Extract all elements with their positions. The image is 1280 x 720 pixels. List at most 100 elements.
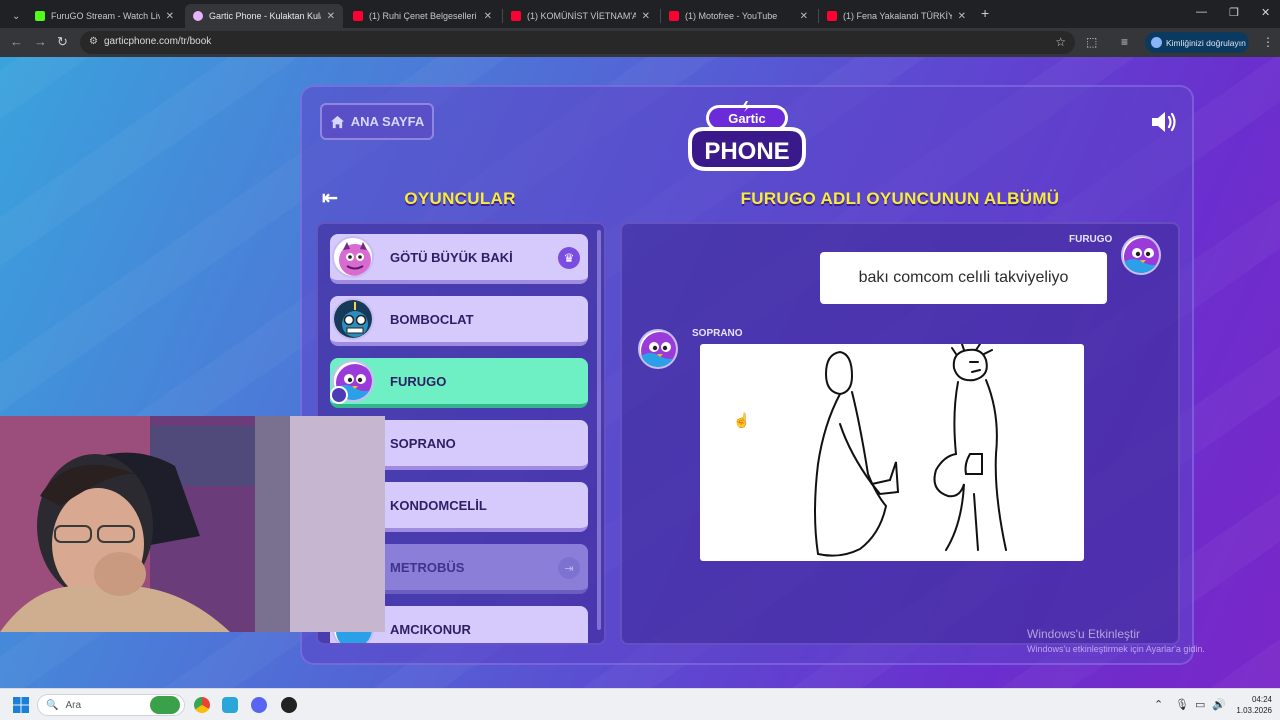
current-user-icon xyxy=(330,386,348,404)
media-control-icon[interactable]: ≡ xyxy=(1121,35,1128,49)
bookmark-star-icon[interactable]: ☆ xyxy=(1055,35,1066,49)
windows-taskbar: 🔍 Ara ⌃ 🎙 ▭ 🔊 04:24 1.03.2026 xyxy=(0,688,1280,720)
player-name: SOPRANO xyxy=(390,436,456,451)
search-placeholder: Ara xyxy=(65,699,82,711)
extensions-icon[interactable]: ⬚ xyxy=(1086,35,1097,49)
address-bar[interactable]: ⚙ garticphone.com/tr/book ☆ xyxy=(80,31,1075,54)
sound-toggle-icon[interactable] xyxy=(1150,110,1178,134)
close-window-icon[interactable]: ✕ xyxy=(1261,6,1270,19)
home-button[interactable]: ANA SAYFA xyxy=(320,103,434,140)
browser-tab[interactable]: (1) KOMÜNİST VİETNAM'A GEL ✕ xyxy=(503,4,658,28)
profile-label: Kimliğinizi doğrulayın xyxy=(1166,37,1246,48)
webcam-overlay xyxy=(0,416,385,632)
microphone-icon[interactable]: 🎙 xyxy=(1175,698,1189,711)
album-title: FURUGO ADLI OYUNCUNUN ALBÜMÜ xyxy=(740,189,1060,208)
clock-date: 1.03.2026 xyxy=(1236,706,1272,715)
host-crown-icon: ♛ xyxy=(558,247,580,269)
left-game-icon: ⇥ xyxy=(558,557,580,579)
avatar xyxy=(332,298,374,340)
youtube-icon xyxy=(827,11,837,21)
clock-time: 04:24 xyxy=(1251,695,1272,704)
player-name: AMCIKONUR xyxy=(390,622,471,637)
restore-icon[interactable]: ❐ xyxy=(1229,6,1239,19)
menu-kebab-icon[interactable]: ⋮ xyxy=(1262,35,1274,49)
browser-tab-bar: ⌄ FuruGO Stream - Watch Live on ✕ Gartic… xyxy=(0,0,1280,28)
app-taskbar-icon[interactable] xyxy=(222,697,238,713)
profile-icon xyxy=(1151,37,1162,48)
watermark-subtitle: Windows'u etkinleştirmek için Ayarlar'a … xyxy=(1027,644,1205,654)
site-info-icon[interactable]: ⚙ xyxy=(89,36,98,47)
forward-icon[interactable]: → xyxy=(34,34,47,49)
profile-verify-chip[interactable]: Kimliğinizi doğrulayın xyxy=(1145,32,1249,53)
discord-taskbar-icon[interactable] xyxy=(251,697,267,713)
home-icon xyxy=(330,115,344,128)
player-row[interactable]: BOMBOCLAT xyxy=(330,296,588,346)
author-avatar xyxy=(1121,235,1161,275)
logo-text-gartic: Gartic xyxy=(728,111,766,126)
obs-taskbar-icon[interactable] xyxy=(281,697,297,713)
close-icon[interactable]: ✕ xyxy=(484,11,492,22)
avatar xyxy=(332,236,374,278)
player-list-scrollbar[interactable] xyxy=(597,230,601,630)
gartic-phone-icon xyxy=(193,11,203,21)
close-icon[interactable]: ✕ xyxy=(327,11,335,22)
browser-tab[interactable]: (1) Fena Yakalandı TÜRKİYE'DE ✕ xyxy=(819,4,974,28)
close-icon[interactable]: ✕ xyxy=(958,11,966,22)
drawing-canvas xyxy=(700,343,1084,561)
tab-title: (1) Ruhi Çenet Belgeselleri - Yo xyxy=(369,11,478,21)
youtube-icon xyxy=(353,11,363,21)
home-button-label: ANA SAYFA xyxy=(350,114,425,129)
browser-tab[interactable]: (1) Ruhi Çenet Belgeselleri - Yo ✕ xyxy=(345,4,500,28)
url-text[interactable]: garticphone.com/tr/book xyxy=(104,36,211,47)
player-name: GÖTÜ BÜYÜK BAKİ xyxy=(390,250,513,265)
tab-title: (1) Fena Yakalandı TÜRKİYE'DE xyxy=(843,11,952,21)
youtube-icon xyxy=(669,11,679,21)
tab-title: FuruGO Stream - Watch Live on xyxy=(51,11,160,21)
tab-title: Gartic Phone - Kulaktan Kulağa xyxy=(209,11,321,21)
chrome-taskbar-icon[interactable] xyxy=(194,697,210,713)
tab-title: (1) Motofree - YouTube xyxy=(685,11,778,21)
minimize-icon[interactable]: — xyxy=(1196,6,1207,18)
search-icon: 🔍 xyxy=(46,699,59,711)
players-title: OYUNCULAR xyxy=(404,189,516,208)
player-row-selected[interactable]: FURUGO xyxy=(330,358,588,408)
watermark-title: Windows'u Etkinleştir xyxy=(1027,627,1140,641)
browser-tab-active[interactable]: Gartic Phone - Kulaktan Kulağa ✕ xyxy=(185,4,343,28)
author-avatar xyxy=(638,329,678,369)
gartic-phone-logo: Gartic PHONE xyxy=(688,101,806,171)
back-icon[interactable]: ← xyxy=(10,34,23,49)
player-name: FURUGO xyxy=(390,374,447,389)
close-icon[interactable]: ✕ xyxy=(642,11,650,22)
reload-icon[interactable]: ↻ xyxy=(57,34,68,50)
tray-overflow-icon[interactable]: ⌃ xyxy=(1154,698,1163,711)
weather-widget-icon[interactable] xyxy=(150,696,180,714)
message-author: SOPRANO xyxy=(692,328,743,339)
close-icon[interactable]: ✕ xyxy=(800,11,808,22)
player-row[interactable]: GÖTÜ BÜYÜK BAKİ ♛ xyxy=(330,234,588,284)
windows-start-icon[interactable] xyxy=(13,697,29,713)
webcam-feed xyxy=(0,416,385,632)
close-icon[interactable]: ✕ xyxy=(166,11,174,22)
message-text: bakı comcom celıli takviyeliyo xyxy=(858,269,1069,286)
new-tab-icon[interactable]: + xyxy=(981,5,989,21)
windows-activation-watermark: Windows'u Etkinleştir Windows'u etkinleş… xyxy=(1027,627,1205,654)
hand-cursor-icon: ☝ xyxy=(733,412,751,428)
network-icon[interactable]: ▭ xyxy=(1195,698,1205,711)
kick-icon xyxy=(35,11,45,21)
logo-text-phone: PHONE xyxy=(704,138,789,165)
browser-tab[interactable]: (1) Motofree - YouTube ✕ xyxy=(661,4,816,28)
browser-toolbar: ← → ↻ ⚙ garticphone.com/tr/book ☆ ⬚ ≡ Ki… xyxy=(0,28,1280,57)
volume-icon[interactable]: 🔊 xyxy=(1212,698,1226,711)
player-name: KONDOMCELİL xyxy=(390,498,487,513)
browser-tab[interactable]: FuruGO Stream - Watch Live on ✕ xyxy=(27,4,182,28)
tab-title: (1) KOMÜNİST VİETNAM'A GEL xyxy=(527,11,636,21)
gartic-phone-page: ANA SAYFA Gartic PHONE ⇤ OYUNCULAR FURUG… xyxy=(0,57,1280,688)
youtube-icon xyxy=(511,11,521,21)
player-name: METROBÜS xyxy=(390,560,465,575)
message-author: FURUGO xyxy=(1069,234,1113,245)
text-message-bubble: bakı comcom celıli takviyeliyo xyxy=(820,252,1107,304)
system-clock[interactable]: 04:24 1.03.2026 xyxy=(1230,694,1272,716)
player-name: BOMBOCLAT xyxy=(390,312,474,327)
tab-search-button[interactable]: ⌄ xyxy=(4,4,24,28)
player-drawing xyxy=(814,343,1007,557)
